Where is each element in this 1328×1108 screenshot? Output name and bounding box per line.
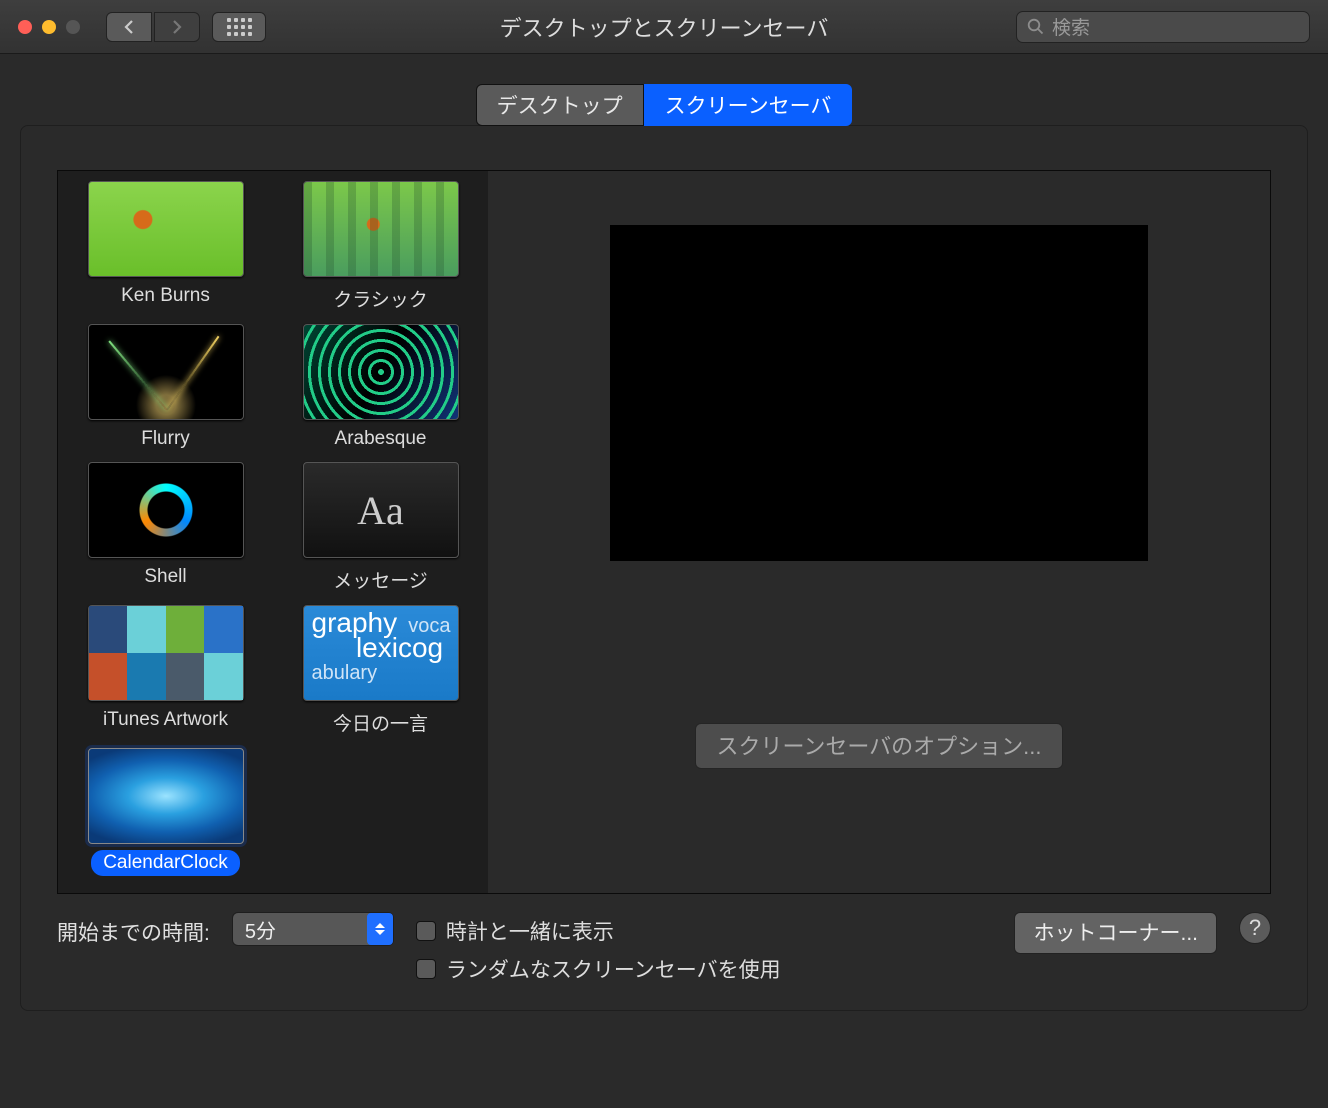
screensaver-label: Flurry <box>141 420 190 450</box>
screensaver-item-shell[interactable]: Shell <box>58 460 273 603</box>
start-after-value: 5分 <box>245 915 276 944</box>
screensaver-label: iTunes Artwork <box>103 701 228 731</box>
window-controls <box>18 20 80 34</box>
show-clock-label: 時計と一緒に表示 <box>446 916 614 946</box>
tab-screensaver[interactable]: スクリーンセーバ <box>644 84 853 126</box>
screensaver-item-kenburns[interactable]: Ken Burns <box>58 179 273 322</box>
screensaver-item-arabesque[interactable]: Arabesque <box>273 322 488 460</box>
show-clock-checkbox-row[interactable]: 時計と一緒に表示 <box>416 916 993 946</box>
hot-corners-button[interactable]: ホットコーナー... <box>1014 912 1217 954</box>
preview-pane: スクリーンセーバのオプション... <box>488 171 1270 893</box>
content-panel: Ken Burns クラシック Flurry Arabesque Shell Aaメッセー… <box>20 125 1308 1011</box>
screensaver-thumbnail <box>88 748 244 844</box>
select-stepper-icon <box>367 913 393 945</box>
screensaver-label: 今日の一言 <box>333 701 428 736</box>
titlebar: デスクトップとスクリーンセーバ 検索 <box>0 0 1328 54</box>
screensaver-thumbnail: graphy voca lexicog abulary <box>303 605 459 701</box>
back-button[interactable] <box>106 12 152 42</box>
search-field[interactable]: 検索 <box>1016 11 1310 43</box>
screensaver-item-word[interactable]: graphy voca lexicog abulary今日の一言 <box>273 603 488 746</box>
tab-desktop[interactable]: デスクトップ <box>476 84 644 126</box>
minimize-button[interactable] <box>42 20 56 34</box>
show-all-button[interactable] <box>212 12 266 42</box>
screensaver-label: CalendarClock <box>91 850 240 876</box>
help-icon: ? <box>1249 915 1261 941</box>
screensaver-grid[interactable]: Ken Burns クラシック Flurry Arabesque Shell Aaメッセー… <box>58 171 488 893</box>
forward-button <box>154 12 200 42</box>
screensaver-thumbnail <box>88 324 244 420</box>
start-after-label: 開始までの時間: <box>57 912 210 947</box>
screensaver-label: メッセージ <box>333 558 428 593</box>
screensaver-item-message[interactable]: Aaメッセージ <box>273 460 488 603</box>
screensaver-item-flurry[interactable]: Flurry <box>58 322 273 460</box>
preview-display <box>610 225 1148 561</box>
random-saver-label: ランダムなスクリーンセーバを使用 <box>446 954 781 984</box>
screensaver-thumbnail <box>88 462 244 558</box>
footer-controls: 開始までの時間: 5分 時計と一緒に表示 ランダムなスクリーンセーバを使用 ホッ… <box>21 912 1307 1010</box>
screensaver-thumbnail: Aa <box>303 462 459 558</box>
search-placeholder: 検索 <box>1052 13 1090 40</box>
screensaver-thumbnail <box>88 181 244 277</box>
checkbox-icon <box>416 921 436 941</box>
screensaver-label: Shell <box>144 558 186 588</box>
screensaver-item-itunes[interactable]: iTunes Artwork <box>58 603 273 746</box>
search-icon <box>1027 18 1044 35</box>
screensaver-options-button[interactable]: スクリーンセーバのオプション... <box>695 723 1062 769</box>
screensaver-thumbnail <box>88 605 244 701</box>
tab-bar: デスクトップ スクリーンセーバ <box>20 84 1308 126</box>
close-button[interactable] <box>18 20 32 34</box>
checkbox-icon <box>416 959 436 979</box>
screensaver-label: Ken Burns <box>121 277 210 307</box>
screensaver-label: クラシック <box>333 277 428 312</box>
screensaver-item-classic[interactable]: クラシック <box>273 179 488 322</box>
grid-icon <box>227 18 252 36</box>
screensaver-thumbnail <box>303 181 459 277</box>
zoom-button <box>66 20 80 34</box>
help-button[interactable]: ? <box>1239 912 1271 944</box>
chevron-right-icon <box>171 19 183 35</box>
chevron-left-icon <box>123 19 135 35</box>
random-saver-checkbox-row[interactable]: ランダムなスクリーンセーバを使用 <box>416 954 993 984</box>
screensaver-thumbnail <box>303 324 459 420</box>
screensaver-item-cal[interactable]: CalendarClock <box>58 746 273 886</box>
screensaver-label: Arabesque <box>335 420 427 450</box>
start-after-select[interactable]: 5分 <box>232 912 394 946</box>
nav-group <box>106 12 200 42</box>
